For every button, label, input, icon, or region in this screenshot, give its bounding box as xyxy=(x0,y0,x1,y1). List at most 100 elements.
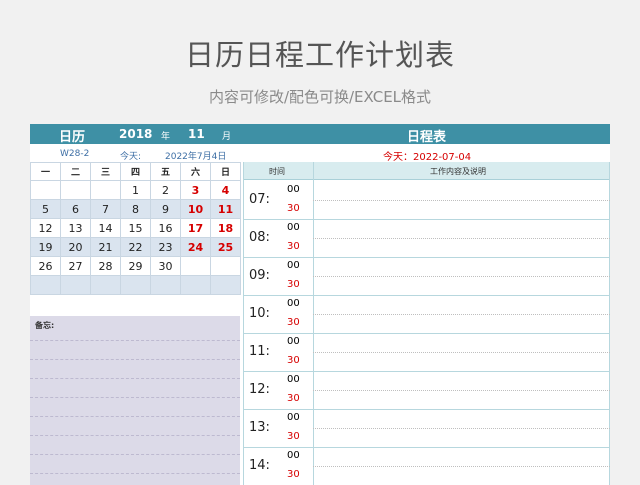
calendar-day[interactable] xyxy=(120,275,151,295)
calendar-day-weekend[interactable]: 10 xyxy=(180,199,211,219)
weekday-label: 三 xyxy=(90,162,121,181)
minute-30: 30 xyxy=(287,203,300,214)
calendar-day-weekend[interactable] xyxy=(210,256,241,276)
memo-line xyxy=(30,397,240,398)
half-hour-line xyxy=(313,200,610,201)
calendar-day[interactable]: 26 xyxy=(30,256,61,276)
memo-line xyxy=(30,416,240,417)
weekday-label: 六 xyxy=(180,162,211,181)
calendar-day-weekend[interactable]: 4 xyxy=(210,180,241,200)
calendar-day[interactable]: 21 xyxy=(90,237,121,257)
hour-label: 10: xyxy=(249,306,270,321)
calendar-day[interactable]: 6 xyxy=(60,199,91,219)
calendar-day[interactable]: 12 xyxy=(30,218,61,238)
calendar-day-weekend[interactable] xyxy=(180,275,211,295)
month-value[interactable]: 11 xyxy=(188,127,205,141)
schedule-label: 日程表 xyxy=(407,130,447,145)
calendar-day-weekend[interactable]: 18 xyxy=(210,218,241,238)
calendar-day[interactable] xyxy=(60,180,91,200)
calendar-day[interactable]: 28 xyxy=(90,256,121,276)
hour-line xyxy=(243,447,610,448)
minute-30: 30 xyxy=(287,469,300,480)
calendar-week-row: 12 13 14 15 16 17 18 xyxy=(30,218,241,238)
calendar-day[interactable]: 30 xyxy=(150,256,181,276)
year-value[interactable]: 2018 xyxy=(119,127,152,141)
month-calendar: 一 二 三 四 五 六 日 1 2 3 4 5 6 7 8 9 10 11 12… xyxy=(30,162,241,295)
memo-line xyxy=(30,340,240,341)
today-iso: 今天：2022-07-04 xyxy=(383,152,472,163)
calendar-day[interactable] xyxy=(150,275,181,295)
hour-line xyxy=(243,371,610,372)
minute-30: 30 xyxy=(287,241,300,252)
minute-30: 30 xyxy=(287,317,300,328)
calendar-day[interactable]: 15 xyxy=(120,218,151,238)
time-header: 时间 xyxy=(269,167,285,176)
memo-line xyxy=(30,359,240,360)
calendar-day[interactable] xyxy=(30,180,61,200)
calendar-week-row: 5 6 7 8 9 10 11 xyxy=(30,199,241,219)
calendar-day[interactable]: 23 xyxy=(150,237,181,257)
calendar-day[interactable]: 22 xyxy=(120,237,151,257)
weekday-label: 五 xyxy=(150,162,181,181)
hour-label: 14: xyxy=(249,458,270,473)
minute-00: 00 xyxy=(287,374,300,385)
minute-30: 30 xyxy=(287,279,300,290)
hour-label: 08: xyxy=(249,230,270,245)
calendar-day[interactable]: 14 xyxy=(90,218,121,238)
minute-00: 00 xyxy=(287,412,300,423)
calendar-day[interactable] xyxy=(90,275,121,295)
half-hour-line xyxy=(313,390,610,391)
calendar-day[interactable]: 7 xyxy=(90,199,121,219)
calendar-day[interactable] xyxy=(30,275,61,295)
memo-line xyxy=(30,435,240,436)
calendar-day-weekend[interactable]: 17 xyxy=(180,218,211,238)
hour-label: 13: xyxy=(249,420,270,435)
weekday-header-row: 一 二 三 四 五 六 日 xyxy=(30,162,241,181)
calendar-day-weekend[interactable]: 24 xyxy=(180,237,211,257)
memo-area[interactable]: 备忘: xyxy=(30,316,240,485)
memo-line xyxy=(30,473,240,474)
column-divider xyxy=(313,162,314,485)
minute-30: 30 xyxy=(287,393,300,404)
calendar-day[interactable] xyxy=(60,275,91,295)
hour-line xyxy=(243,295,610,296)
calendar-label: 日历 xyxy=(59,130,86,145)
column-divider xyxy=(243,162,244,485)
weekday-label: 一 xyxy=(30,162,61,181)
minute-00: 00 xyxy=(287,260,300,271)
half-hour-line xyxy=(313,428,610,429)
spreadsheet: 日历 2018 年 11 月 日程表 W28-2 今天: 2022年7月4日 今… xyxy=(30,124,610,485)
half-hour-line xyxy=(313,352,610,353)
calendar-day-weekend[interactable]: 25 xyxy=(210,237,241,257)
calendar-day[interactable]: 9 xyxy=(150,199,181,219)
page-title: 日历日程工作计划表 xyxy=(184,38,455,72)
calendar-day[interactable] xyxy=(90,180,121,200)
calendar-day-weekend[interactable]: 3 xyxy=(180,180,211,200)
hour-line xyxy=(243,257,610,258)
calendar-day-weekend[interactable] xyxy=(180,256,211,276)
minute-00: 00 xyxy=(287,184,300,195)
calendar-day-weekend[interactable]: 11 xyxy=(210,199,241,219)
calendar-day[interactable]: 27 xyxy=(60,256,91,276)
calendar-day[interactable]: 1 xyxy=(120,180,151,200)
minute-00: 00 xyxy=(287,450,300,461)
calendar-day[interactable]: 2 xyxy=(150,180,181,200)
half-hour-line xyxy=(313,276,610,277)
hour-label: 09: xyxy=(249,268,270,283)
calendar-day[interactable]: 8 xyxy=(120,199,151,219)
calendar-day[interactable]: 19 xyxy=(30,237,61,257)
half-hour-line xyxy=(313,466,610,467)
calendar-day-weekend[interactable] xyxy=(210,275,241,295)
calendar-day[interactable]: 20 xyxy=(60,237,91,257)
hour-line xyxy=(243,333,610,334)
calendar-week-row: 26 27 28 29 30 xyxy=(30,256,241,276)
half-hour-line xyxy=(313,238,610,239)
calendar-day[interactable]: 13 xyxy=(60,218,91,238)
calendar-day[interactable]: 29 xyxy=(120,256,151,276)
month-unit: 月 xyxy=(222,132,232,142)
calendar-day[interactable]: 5 xyxy=(30,199,61,219)
calendar-day[interactable]: 16 xyxy=(150,218,181,238)
week-number: W28-2 xyxy=(60,149,90,159)
schedule-table: 时间 工作内容及说明 07: 00 30 08: 00 30 09: 00 30 10: 00 30 1… xyxy=(243,162,610,485)
hour-label: 12: xyxy=(249,382,270,397)
